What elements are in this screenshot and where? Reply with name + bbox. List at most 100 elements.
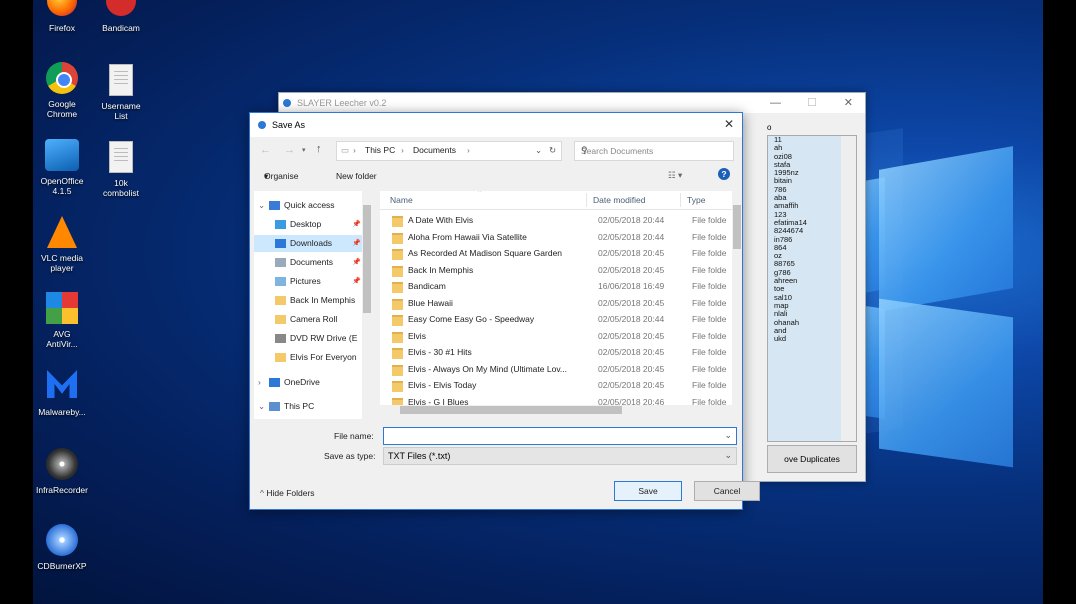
nav-item[interactable]: Downloads 📌 <box>254 235 372 252</box>
nav-item[interactable]: Elvis For Everyon <box>254 349 372 366</box>
folder-icon <box>275 296 286 305</box>
sort-up-icon: ^ <box>478 191 482 196</box>
organise-label: Organise <box>264 171 299 181</box>
nav-item[interactable]: ⌄ Quick access <box>254 197 372 214</box>
close-icon[interactable]: ✕ <box>724 117 734 131</box>
desktop-icon-label: AVG AntiVir... <box>46 329 78 349</box>
back-arrow-icon[interactable]: ← <box>260 144 271 156</box>
close-icon[interactable]: ✕ <box>844 93 853 113</box>
file-date: 02/05/2018 20:45 <box>598 297 665 308</box>
address-dropdown-icon[interactable]: ⌄ <box>535 145 542 156</box>
desktop-icon-infrarecorder[interactable]: InfraRecorder <box>33 448 95 495</box>
file-row[interactable]: Elvis 02/05/2018 20:45 File folde <box>380 328 732 345</box>
scroll-thumb[interactable] <box>400 406 622 414</box>
file-list: Name ^ Date modified Type A Date With El… <box>380 191 732 405</box>
hide-folders-toggle[interactable]: ^ Hide Folders <box>260 488 315 498</box>
column-type[interactable]: Type <box>680 193 705 207</box>
scroll-thumb[interactable] <box>733 205 741 249</box>
file-list-scrollbar[interactable] <box>732 191 742 405</box>
folder-icon <box>275 315 286 324</box>
nav-item[interactable]: Desktop 📌 <box>254 216 372 233</box>
folder-icon <box>392 298 403 310</box>
remove-duplicates-button[interactable]: ove Duplicates <box>767 445 857 473</box>
file-type: File folde <box>692 264 727 275</box>
scroll-thumb[interactable] <box>363 205 371 313</box>
file-list-header: Name ^ Date modified Type <box>380 191 732 210</box>
new-folder-button[interactable]: New folder <box>336 171 377 181</box>
file-row[interactable]: Blue Hawaii 02/05/2018 20:45 File folde <box>380 295 732 312</box>
forward-arrow-icon[interactable]: → <box>284 144 295 156</box>
cancel-button[interactable]: Cancel <box>694 481 760 501</box>
file-row[interactable]: Elvis - G I Blues 02/05/2018 20:46 File fo… <box>380 394 732 405</box>
expand-icon[interactable]: › <box>258 374 261 391</box>
desktop-icon-label: Username List <box>101 101 141 121</box>
pc-icon <box>269 402 280 411</box>
desktop-icon-malwarebytes[interactable]: Malwareby... <box>33 370 95 417</box>
nav-item-label: Elvis For Everyon <box>290 352 357 362</box>
malwarebytes-icon <box>45 370 79 404</box>
address-bar[interactable]: ▭ › This PC › Documents › ⌄ ↻ <box>336 141 562 161</box>
desktop-icon-cdburnerxp[interactable]: CDBurnerXP <box>33 524 95 571</box>
save-as-type-select[interactable]: TXT Files (*.txt) ⌄ <box>383 447 737 465</box>
desktop-icon-label: InfraRecorder <box>36 485 88 495</box>
file-row[interactable]: Back In Memphis 02/05/2018 20:45 File fold… <box>380 262 732 279</box>
collapse-icon[interactable]: ⌄ <box>258 398 265 415</box>
nav-item-label: This PC <box>284 401 315 411</box>
desktop-icon-username-list[interactable]: Username List <box>88 62 154 121</box>
breadcrumb-this-pc[interactable]: This PC <box>365 145 395 155</box>
refresh-icon[interactable]: ↻ <box>549 145 556 156</box>
nav-item-label: Camera Roll <box>290 314 338 324</box>
desktop-icon-avg[interactable]: AVG AntiVir... <box>33 292 95 349</box>
file-name: Bandicam <box>408 281 446 291</box>
infrarecorder-icon <box>45 448 79 482</box>
file-type: File folde <box>692 330 727 341</box>
recent-chevron-icon[interactable]: ▾ <box>302 146 306 154</box>
desktop-icon-bandicam[interactable]: Bandicam <box>88 0 154 33</box>
save-button[interactable]: Save <box>614 481 682 501</box>
desktop-icon-label: OpenOffice 4.1.5 <box>40 176 84 196</box>
file-row[interactable]: Aloha From Hawaii Via Satellite 02/05/201… <box>380 229 732 246</box>
leecher-username-list[interactable]: 11 ah ozi08 stafa 1995nz bitain 786 aba amaffih 1… <box>767 135 857 442</box>
navigation-scrollbar[interactable] <box>362 191 372 419</box>
desktop-icon-vlc[interactable]: VLC media player <box>33 216 95 273</box>
breadcrumb-documents[interactable]: Documents <box>413 145 456 155</box>
leecher-list-scrollbar[interactable] <box>841 136 856 441</box>
file-row[interactable]: Elvis - 30 #1 Hits 02/05/2018 20:45 File f… <box>380 344 732 361</box>
nav-item[interactable]: Pictures 📌 <box>254 273 372 290</box>
nav-item[interactable]: › OneDrive <box>254 374 372 391</box>
column-name[interactable]: Name <box>390 195 413 205</box>
text-file-icon <box>104 141 138 175</box>
file-name-input[interactable]: ⌄ <box>383 427 737 445</box>
file-row[interactable]: As Recorded At Madison Square Garden 02/0… <box>380 245 732 262</box>
nav-item[interactable]: Back In Memphis <box>254 292 372 309</box>
file-row[interactable]: Elvis - Elvis Today 02/05/2018 20:45 File … <box>380 377 732 394</box>
search-box[interactable]: Search Documents ⚲ <box>574 141 734 161</box>
nav-item[interactable]: Documents 📌 <box>254 254 372 271</box>
nav-item[interactable]: Camera Roll <box>254 311 372 328</box>
up-arrow-icon[interactable]: ↑ <box>316 143 322 155</box>
desktop-icon-firefox[interactable]: Firefox <box>33 0 95 33</box>
desktop-icon-chrome[interactable]: Google Chrome <box>33 62 95 119</box>
file-type: File folde <box>692 231 727 242</box>
help-icon[interactable]: ? <box>718 168 730 180</box>
desktop-icon-openoffice[interactable]: OpenOffice 4.1.5 <box>33 139 95 196</box>
column-date-modified[interactable]: Date modified <box>586 193 645 207</box>
maximize-icon[interactable]: ☐ <box>807 93 817 113</box>
minimize-icon[interactable]: — <box>770 93 781 113</box>
nav-item[interactable]: ⌄ This PC <box>254 398 372 415</box>
file-row[interactable]: Bandicam 16/06/2018 16:49 File folde <box>380 278 732 295</box>
desktop-icon-combolist[interactable]: 10k combolist <box>88 139 154 198</box>
file-row[interactable]: Easy Come Easy Go - Speedway 02/05/2018 2… <box>380 311 732 328</box>
nav-item[interactable]: DVD RW Drive (E <box>254 330 372 347</box>
file-name: Easy Come Easy Go - Speedway <box>408 314 535 324</box>
collapse-icon[interactable]: ⌄ <box>258 197 265 214</box>
file-name: Elvis - 30 #1 Hits <box>408 347 472 357</box>
star-icon <box>269 201 280 210</box>
file-row[interactable]: Elvis - Always On My Mind (Ultimate Lov.… <box>380 361 732 378</box>
cdburnerxp-icon <box>45 524 79 558</box>
file-list-hscrollbar[interactable] <box>380 405 732 415</box>
file-row[interactable]: A Date With Elvis 02/05/2018 20:44 File fo… <box>380 212 732 229</box>
view-options-icon[interactable]: ☷ ▾ <box>668 170 682 181</box>
file-date: 02/05/2018 20:44 <box>598 314 665 324</box>
organise-button[interactable]: Organise ▾ <box>264 171 299 182</box>
